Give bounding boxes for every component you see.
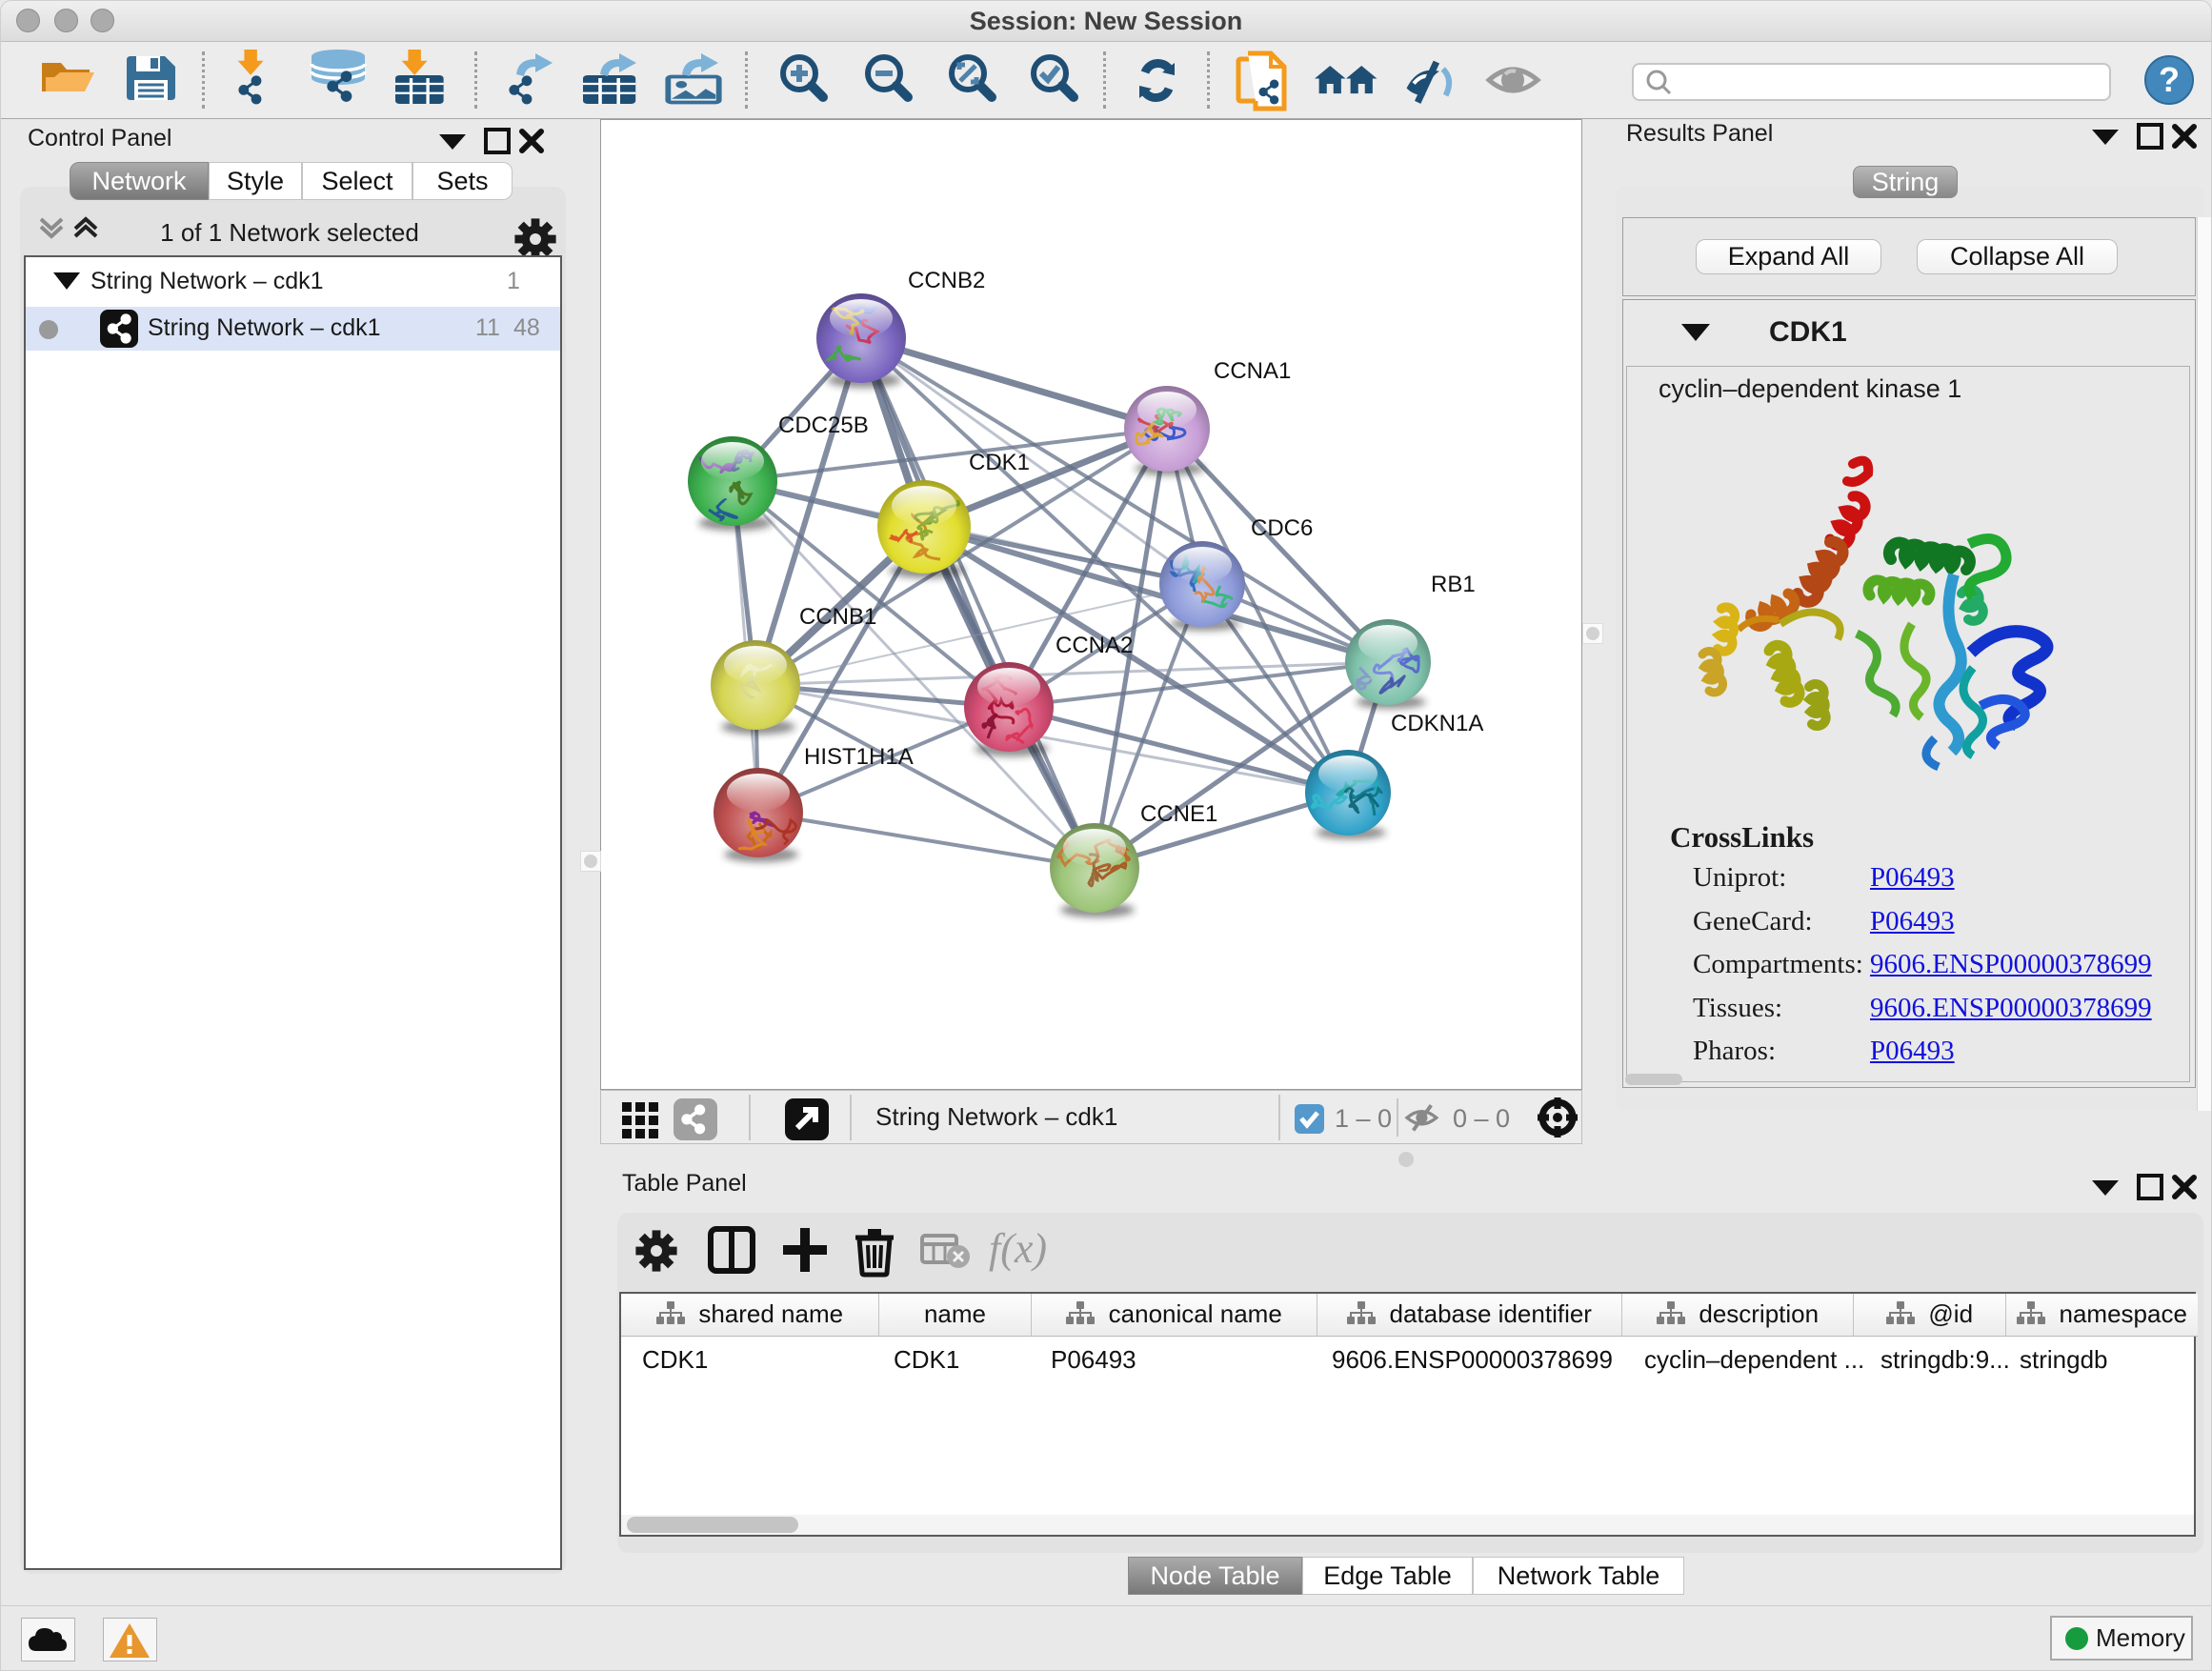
svg-text:CDKN1A: CDKN1A xyxy=(1391,711,1483,736)
svg-text:CCNB1: CCNB1 xyxy=(799,604,876,630)
svg-text:CCNE1: CCNE1 xyxy=(1140,801,1217,827)
svg-text:HIST1H1A: HIST1H1A xyxy=(804,744,914,770)
svg-text:?: ? xyxy=(2159,60,2180,99)
svg-text:CDC6: CDC6 xyxy=(1251,515,1313,541)
svg-text:CDK1: CDK1 xyxy=(969,450,1030,475)
svg-text:f(x): f(x) xyxy=(989,1225,1047,1272)
svg-text:CCNB2: CCNB2 xyxy=(908,268,985,293)
svg-text:CCNA2: CCNA2 xyxy=(1056,633,1133,658)
svg-text:CDC25B: CDC25B xyxy=(778,413,869,438)
svg-text:CCNA1: CCNA1 xyxy=(1214,358,1291,384)
svg-text:0 – 0: 0 – 0 xyxy=(1453,1104,1510,1133)
svg-text:1 – 0: 1 – 0 xyxy=(1335,1104,1392,1133)
svg-text:RB1: RB1 xyxy=(1431,572,1476,597)
